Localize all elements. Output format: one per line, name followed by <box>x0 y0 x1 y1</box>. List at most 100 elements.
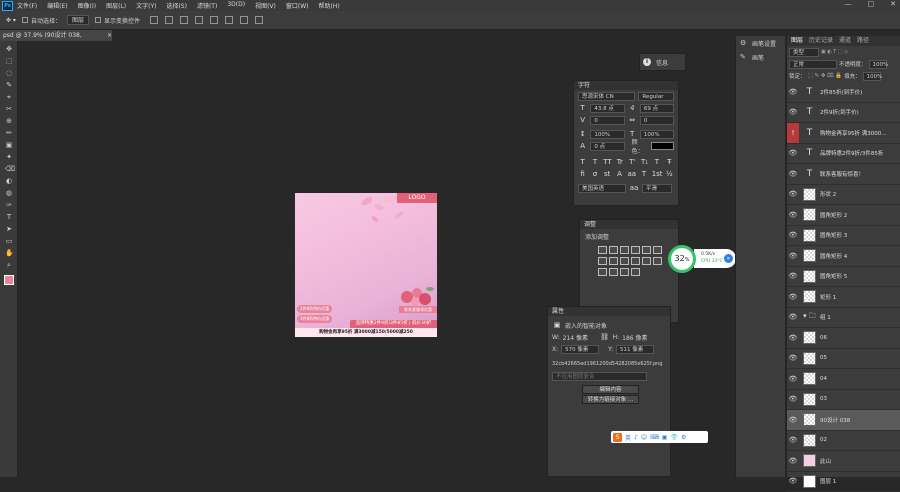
fill-field[interactable]: 100% <box>863 72 881 81</box>
visibility-eye-icon[interactable]: 👁 <box>787 252 799 260</box>
visibility-eye-icon[interactable]: 👁 <box>787 88 799 96</box>
menu-item[interactable]: 帮助(H) <box>319 1 340 10</box>
visibility-eye-icon[interactable]: 👁 <box>787 231 799 239</box>
tracking-field[interactable]: 0 <box>640 116 674 125</box>
text-color-swatch[interactable] <box>651 142 674 150</box>
glyph-style-button[interactable]: fi <box>578 170 587 178</box>
layer-row[interactable]: 👁06 <box>787 328 900 349</box>
tool-icon[interactable]: ▭ <box>5 237 13 245</box>
layer-row[interactable]: 👁圆角矩形 2 <box>787 205 900 226</box>
visibility-eye-icon[interactable]: 👁 <box>787 313 799 321</box>
leading-field[interactable]: 69 点 <box>640 104 674 113</box>
layer-row[interactable]: 👁形状 2 <box>787 185 900 206</box>
show-transform-checkbox[interactable] <box>95 17 101 23</box>
lock-icons[interactable]: ⬚ ✎ ✥ ⌧ 🔒 <box>808 73 843 79</box>
glyph-style-button[interactable]: Ŧ <box>665 158 674 166</box>
glyph-style-button[interactable]: σ <box>590 170 599 178</box>
convert-linked-button[interactable]: 转换为链接对象 ... <box>582 395 639 404</box>
menu-item[interactable]: 文字(Y) <box>136 1 156 10</box>
tool-icon[interactable]: ✦ <box>5 153 13 161</box>
adjustment-icon[interactable] <box>620 268 629 276</box>
visibility-eye-icon[interactable]: 👁 <box>787 416 799 424</box>
tool-icon[interactable]: ⌕ <box>5 261 13 269</box>
adjustment-icon[interactable] <box>609 268 618 276</box>
kerning-field[interactable]: 0 <box>590 116 624 125</box>
adjustment-icon[interactable] <box>609 246 618 254</box>
x-field[interactable]: 570 像素 <box>561 345 599 354</box>
ime-tool-icon[interactable]: ⚙ <box>681 434 686 441</box>
auto-select-dropdown[interactable]: 图层 <box>67 15 89 25</box>
adjustment-icon[interactable] <box>620 257 629 265</box>
layer-row[interactable]: 👁圆角矩形 3 <box>787 226 900 247</box>
language-select[interactable]: 美国英语 <box>578 184 626 193</box>
adjustment-icon[interactable] <box>598 257 607 265</box>
font-size-field[interactable]: 43.8 点 <box>590 104 624 113</box>
distribute-icon[interactable] <box>240 16 248 24</box>
adjustment-icon[interactable] <box>609 257 618 265</box>
folder-icon[interactable]: ▾ 🗀 <box>803 312 816 323</box>
menu-item[interactable]: 编辑(E) <box>47 1 67 10</box>
glyph-style-button[interactable]: ½ <box>665 170 674 178</box>
ime-tool-icon[interactable]: 英 <box>625 433 631 442</box>
glyph-style-button[interactable]: T <box>578 158 587 166</box>
info-panel-button[interactable]: i 信息 <box>639 53 686 71</box>
tool-icon[interactable]: ⌫ <box>5 165 13 173</box>
layer-row[interactable]: !T购物金再享95折 满3000... <box>787 123 900 144</box>
tool-icon[interactable]: ✋ <box>5 249 13 257</box>
menu-item[interactable]: 文件(F) <box>17 1 37 10</box>
visibility-eye-icon[interactable]: 👁 <box>787 149 799 157</box>
layer-row[interactable]: 👁05 <box>787 349 900 370</box>
ime-tool-icon[interactable]: ⌨ <box>650 434 659 441</box>
distribute-h-icon[interactable] <box>255 16 263 24</box>
vertical-scale-field[interactable]: 100% <box>590 130 624 139</box>
visibility-eye-icon[interactable]: 👁 <box>787 375 799 383</box>
font-family-select[interactable]: 思源宋体 CN <box>578 92 635 101</box>
ime-tool-icon[interactable]: ▣ <box>662 434 668 441</box>
visibility-eye-icon[interactable]: 👁 <box>787 190 799 198</box>
tool-icon[interactable]: ➤ <box>5 225 13 233</box>
layers-panel-tab[interactable]: 历史记录 <box>809 36 833 46</box>
tool-icon[interactable]: ⬚ <box>5 57 13 65</box>
align-left-icon[interactable] <box>150 16 158 24</box>
layer-row[interactable]: 👁90设计 038 <box>787 410 900 431</box>
move-tool-icon[interactable]: ✥ ▾ <box>6 17 16 24</box>
ime-tool-icon[interactable]: ☺ <box>641 434 647 441</box>
glyph-style-button[interactable]: A <box>615 170 624 178</box>
layer-row[interactable]: 👁T2件9折(到手价) <box>787 103 900 124</box>
ime-tool-icon[interactable]: ♪ <box>634 434 638 441</box>
visibility-eye-icon[interactable]: 👁 <box>787 334 799 342</box>
align-center-icon[interactable] <box>165 16 173 24</box>
layer-comps-select[interactable]: 不应用图层复合 <box>552 372 647 381</box>
tool-icon[interactable]: ⊕ <box>5 117 13 125</box>
y-field[interactable]: 511 像素 <box>616 345 654 354</box>
tool-icon[interactable]: ◌ <box>5 69 13 77</box>
ime-tool-icon[interactable]: 👕 <box>670 434 677 441</box>
tool-icon[interactable]: ✥ <box>5 45 13 53</box>
font-style-select[interactable]: Regular <box>638 92 674 101</box>
edit-contents-button[interactable]: 编辑内容 <box>582 385 639 394</box>
glyph-style-button[interactable]: aa <box>627 170 636 178</box>
adjustment-icon[interactable] <box>653 257 662 265</box>
glyph-style-button[interactable]: st <box>603 170 612 178</box>
menu-item[interactable]: 3D(D) <box>227 1 245 10</box>
layer-row[interactable]: 👁此山 <box>787 451 900 472</box>
tool-icon[interactable]: ⌖ <box>5 93 13 101</box>
visibility-eye-icon[interactable]: 👁 <box>787 354 799 362</box>
layer-row[interactable]: 👁T联系客服有惊喜！ <box>787 164 900 185</box>
tool-icon[interactable]: ✏ <box>5 129 13 137</box>
glyph-style-button[interactable]: T <box>639 170 648 178</box>
baseline-field[interactable]: 0 点 <box>590 142 624 151</box>
tool-icon[interactable]: T <box>5 213 13 221</box>
menu-item[interactable]: 视图(V) <box>255 1 276 10</box>
maximize-button[interactable]: □ <box>868 0 875 8</box>
layer-filter-select[interactable]: 类型 <box>789 48 819 57</box>
tool-icon[interactable]: ✎ <box>5 81 13 89</box>
menu-item[interactable]: 滤镜(T) <box>197 1 217 10</box>
adjustment-icon[interactable] <box>642 246 651 254</box>
layer-row[interactable]: 👁▾ 🗀组 1 <box>787 308 900 329</box>
layer-row[interactable]: 👁T品牌特惠2件9折/3件85折 <box>787 144 900 165</box>
visibility-eye-icon[interactable]: 👁 <box>787 395 799 403</box>
close-button[interactable]: ✕ <box>890 0 896 8</box>
adjustment-icon[interactable] <box>631 246 640 254</box>
layer-row[interactable]: 👁02 <box>787 431 900 452</box>
